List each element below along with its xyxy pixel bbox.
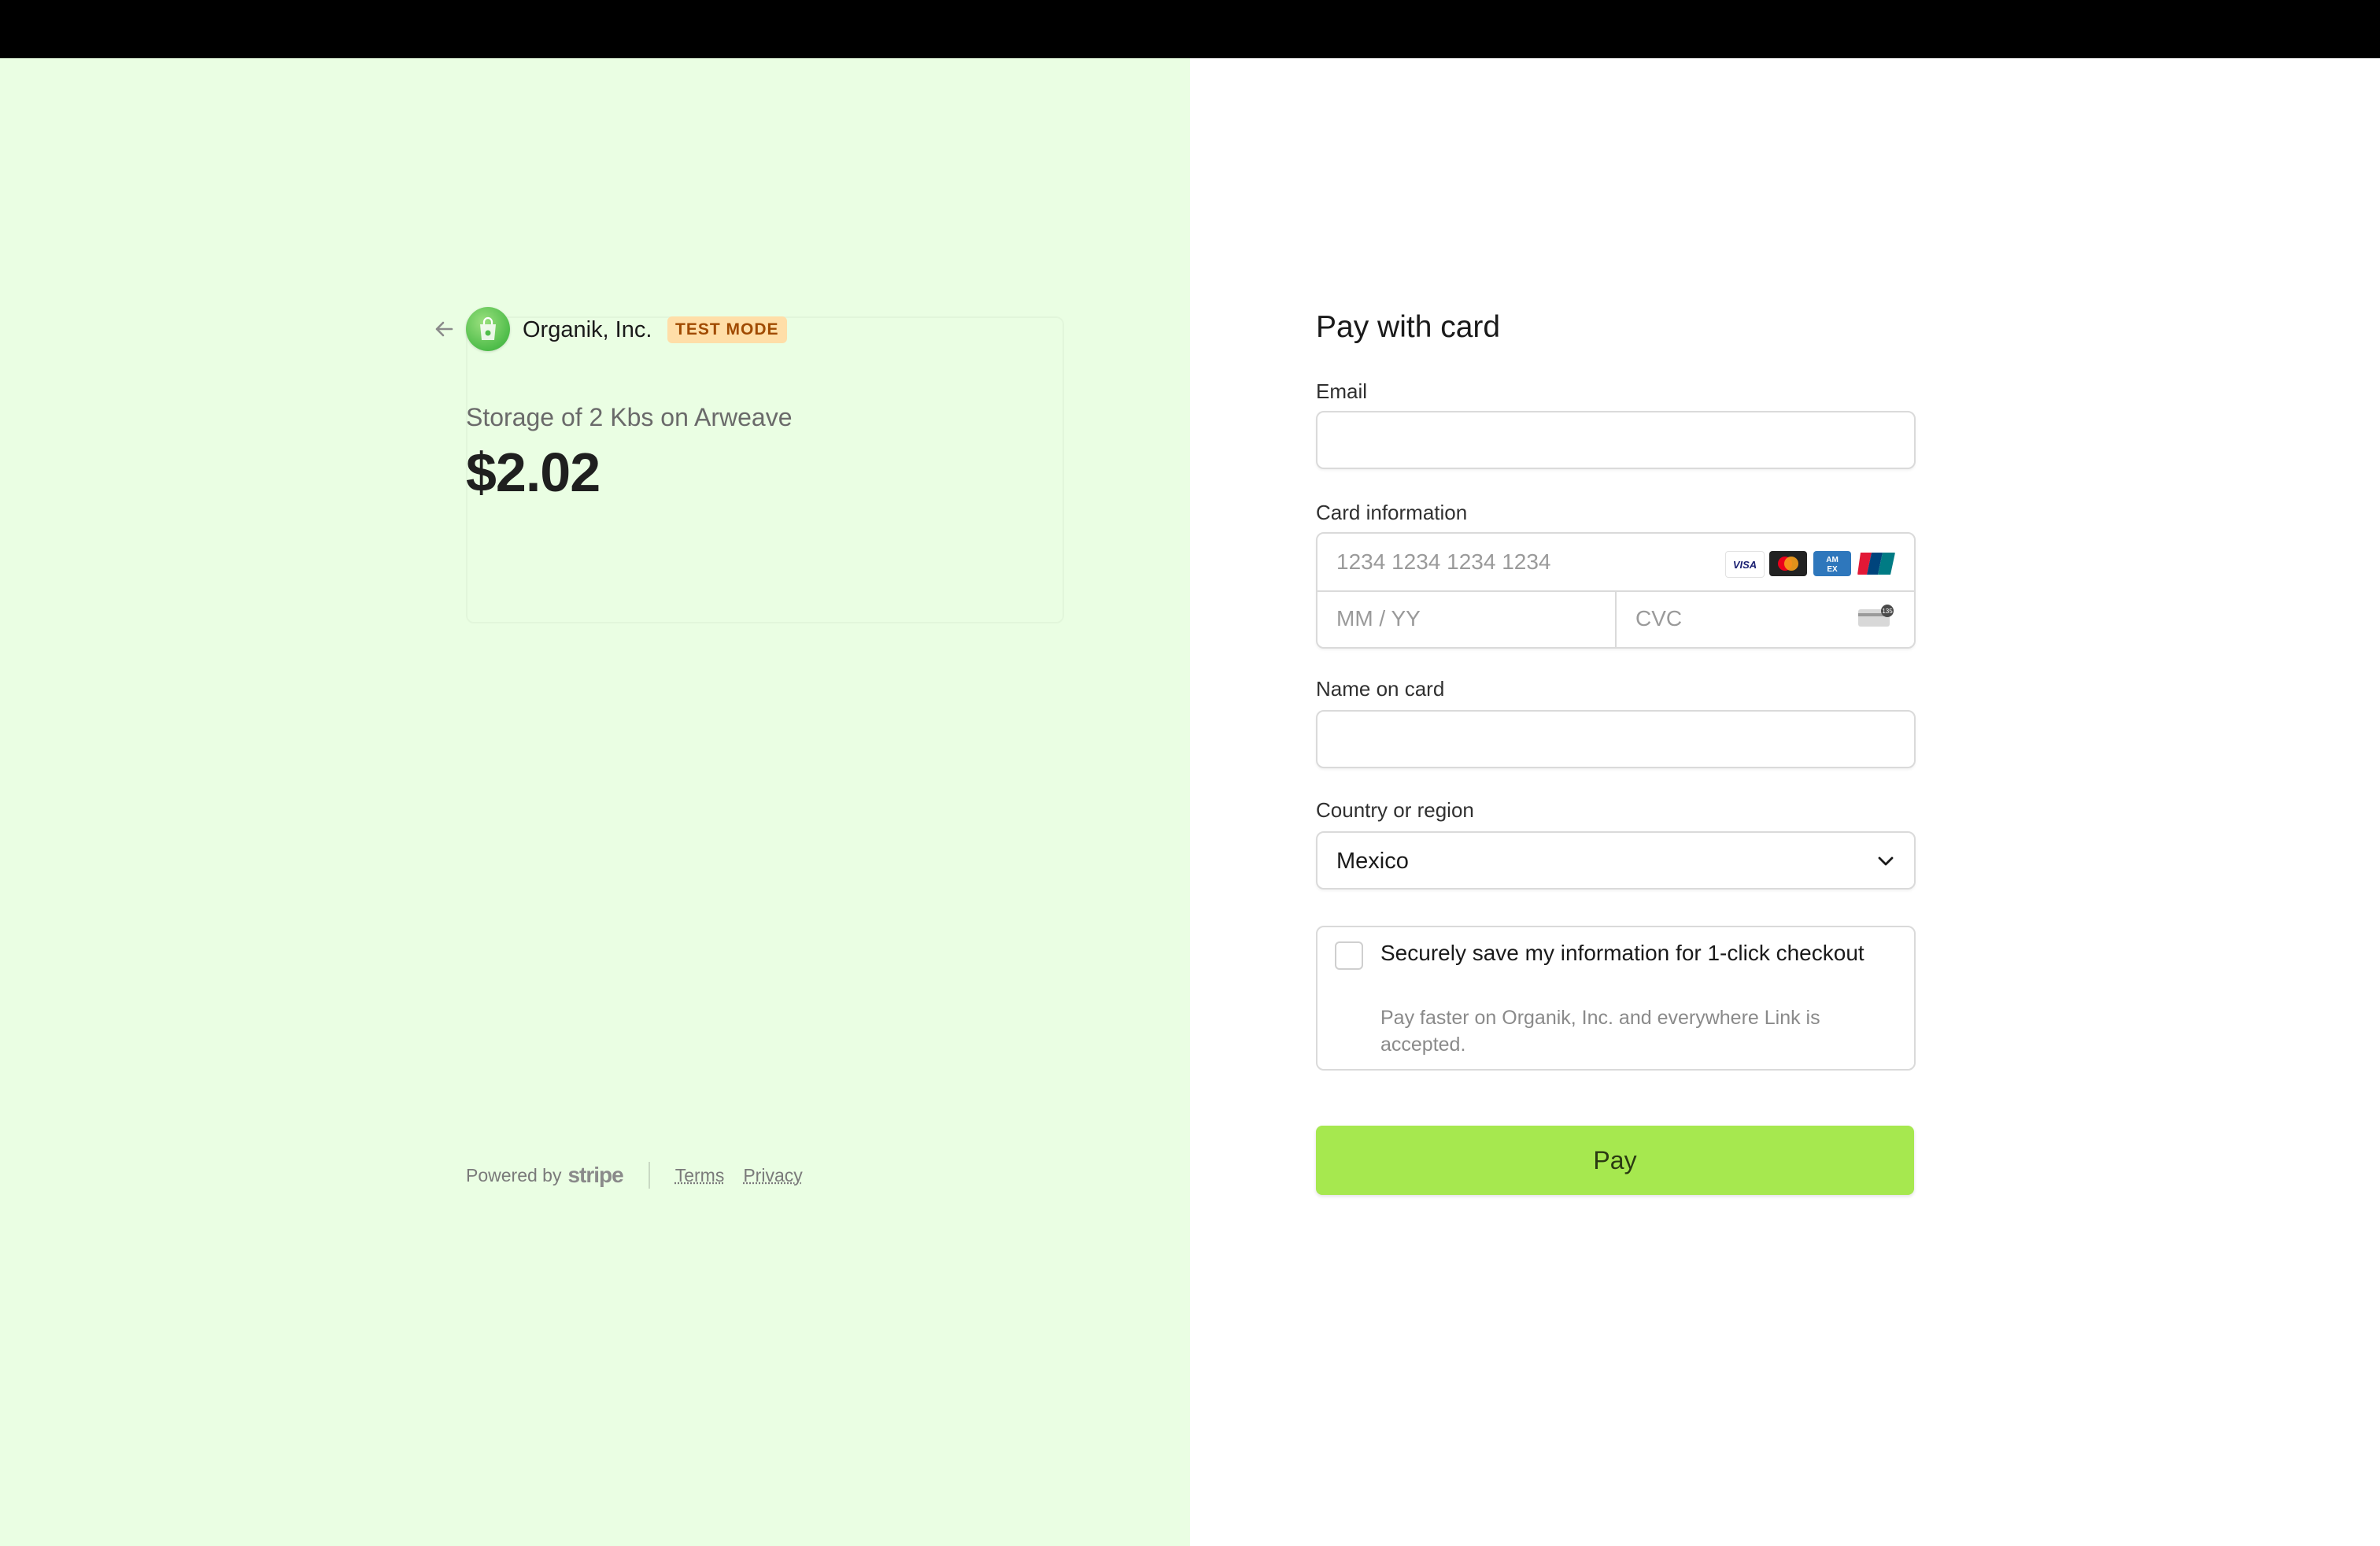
form-title: Pay with card [1316,310,1501,344]
amex-icon: AM EX [1813,551,1851,576]
merchant-logo [466,307,510,351]
svg-text:135: 135 [1882,608,1893,615]
name-on-card-input[interactable] [1316,710,1916,768]
email-input[interactable] [1316,411,1916,469]
svg-text:EX: EX [1827,565,1838,574]
card-information-label: Card information [1316,501,1468,524]
visa-icon: VISA [1725,551,1765,578]
card-number-input[interactable]: 1234 1234 1234 1234 [1336,549,1551,575]
window-top-bar [0,0,2380,58]
privacy-link[interactable]: Privacy [743,1165,802,1186]
country-select[interactable]: Mexico [1316,831,1916,890]
back-arrow-icon[interactable] [431,316,456,342]
mastercard-icon [1769,551,1807,576]
test-mode-badge: TEST MODE [667,316,787,343]
card-cvc-icon: 135 [1857,605,1897,634]
terms-link[interactable]: Terms [675,1165,725,1186]
stripe-logo[interactable]: stripe [567,1163,623,1188]
merchant-name: Organik, Inc. [523,317,652,342]
product-name: Storage of 2 Kbs on Arweave [466,403,793,431]
unionpay-icon [1857,551,1895,576]
country-label: Country or region [1316,798,1474,822]
card-column-divider [1615,590,1617,647]
save-info-checkbox[interactable] [1335,941,1363,970]
name-on-card-label: Name on card [1316,677,1445,701]
cvc-input[interactable]: CVC [1635,606,1682,631]
expiry-input[interactable]: MM / YY [1336,606,1421,631]
svg-text:VISA: VISA [1733,559,1757,571]
save-info-title: Securely save my information for 1-click… [1380,941,1864,965]
save-info-box: Securely save my information for 1-click… [1316,926,1916,1071]
save-info-subtitle: Pay faster on Organik, Inc. and everywhe… [1380,1007,1820,1056]
chevron-down-icon [1878,856,1894,866]
email-label: Email [1316,379,1368,403]
svg-text:AM: AM [1826,556,1839,564]
country-value: Mexico [1336,849,1409,874]
footer-divider [648,1162,650,1189]
order-amount: $2.02 [466,442,601,503]
powered-by-text: Powered by [466,1164,562,1185]
order-summary-pane [0,58,1190,1546]
shopping-bag-icon [480,316,496,340]
footer: Powered by stripe Terms Privacy [466,1162,822,1189]
pay-button[interactable]: Pay [1316,1126,1914,1195]
card-information-group: 1234 1234 1234 1234 VISA AM EX MM / YY CV… [1316,532,1916,649]
